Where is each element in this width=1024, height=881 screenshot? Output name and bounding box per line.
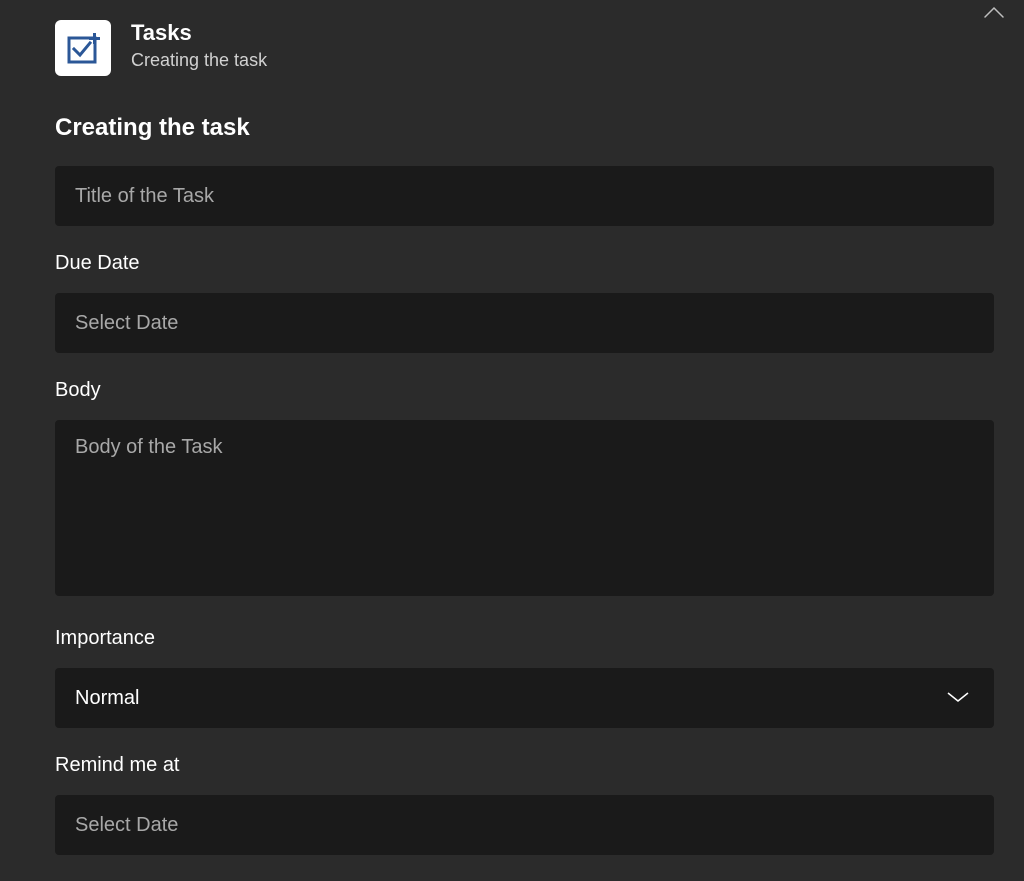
dialog-header: Tasks Creating the task	[55, 20, 994, 76]
close-chevron-icon[interactable]	[982, 0, 1006, 24]
importance-selected-value: Normal	[75, 687, 139, 710]
importance-field: Importance Normal	[55, 627, 994, 728]
importance-select[interactable]: Normal	[55, 668, 994, 728]
remind-me-field: Remind me at	[55, 754, 994, 855]
section-title: Creating the task	[55, 114, 994, 142]
due-date-label: Due Date	[55, 252, 994, 275]
create-task-dialog: Tasks Creating the task Creating the tas…	[15, 0, 1024, 881]
title-field	[55, 166, 994, 226]
remind-me-input[interactable]	[55, 795, 994, 855]
due-date-input[interactable]	[55, 293, 994, 353]
chevron-down-icon	[946, 687, 970, 710]
tasks-app-icon	[55, 20, 111, 76]
due-date-field: Due Date	[55, 252, 994, 353]
body-input[interactable]	[55, 420, 994, 596]
title-input[interactable]	[55, 166, 994, 226]
header-text: Tasks Creating the task	[131, 20, 267, 71]
body-field: Body	[55, 379, 994, 601]
header-subtitle: Creating the task	[131, 50, 267, 71]
importance-label: Importance	[55, 627, 994, 650]
remind-me-label: Remind me at	[55, 754, 994, 777]
body-label: Body	[55, 379, 994, 402]
header-title: Tasks	[131, 20, 267, 46]
